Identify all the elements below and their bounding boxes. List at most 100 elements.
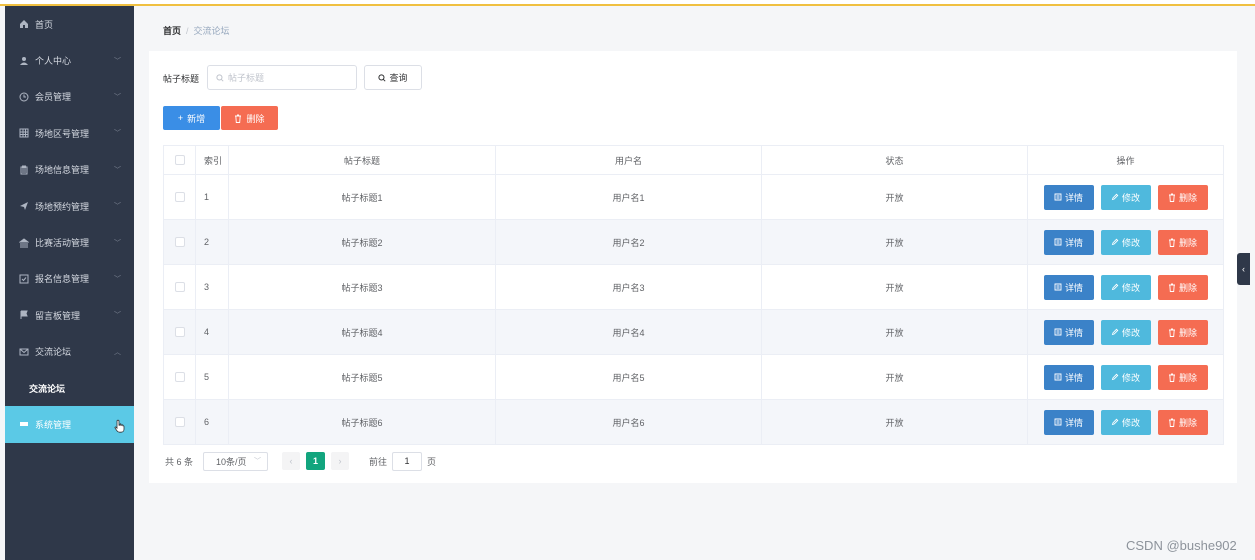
sidebar-subitem-forum[interactable]: 交流论坛 (5, 370, 134, 406)
row-status: 开放 (761, 264, 1028, 310)
sidebar-item-venue-booking[interactable]: 场地预约管理 ﹀ (5, 188, 134, 224)
sidebar-item-profile[interactable]: 个人中心 ﹀ (5, 42, 134, 78)
page-number-current[interactable]: 1 (306, 452, 326, 470)
add-button-label: 新增 (187, 113, 206, 124)
edit-button[interactable]: 修改 (1100, 274, 1151, 300)
row-index: 5 (195, 354, 229, 400)
chevron-down-icon: ﹀ (114, 239, 121, 247)
edit-button[interactable]: 修改 (1100, 229, 1151, 255)
delete-button-label: 删除 (1178, 192, 1197, 203)
row-title: 帖子标题2 (228, 219, 496, 265)
pagination: 共 6 条 10条/页 ﹀ ‹ 1 › 前往 1 页 (165, 451, 436, 471)
chevron-down-icon: ﹀ (114, 57, 121, 65)
breadcrumb-home[interactable]: 首页 (163, 26, 181, 36)
trash-icon (1168, 193, 1176, 202)
delete-button[interactable]: 删除 (1157, 319, 1208, 345)
sidebar-item-label: 交流论坛 (35, 347, 72, 358)
sidebar-item-label: 场地区号管理 (35, 128, 90, 139)
detail-button[interactable]: 详情 (1043, 229, 1094, 255)
search-input[interactable]: 帖子标题 (207, 65, 357, 90)
detail-button[interactable]: 详情 (1043, 319, 1094, 345)
sidebar-item-label: 场地信息管理 (35, 165, 90, 176)
page-size-select[interactable]: 10条/页 ﹀ (203, 451, 269, 471)
row-checkbox[interactable] (174, 192, 185, 203)
chevron-down-icon: ﹀ (114, 203, 121, 211)
edit-button-label: 修改 (1121, 372, 1140, 383)
clock-icon (19, 92, 29, 102)
row-status: 开放 (761, 219, 1028, 265)
row-title: 帖子标题1 (228, 174, 496, 220)
sidebar-item-system[interactable]: 系统管理 (5, 406, 134, 443)
document-icon (1054, 418, 1062, 426)
sidebar-item-label: 会员管理 (35, 92, 72, 103)
flag-icon (19, 310, 29, 320)
bank-icon (19, 237, 29, 248)
row-checkbox[interactable] (174, 282, 185, 293)
delete-button[interactable]: 删除 (1157, 184, 1208, 210)
row-status: 开放 (761, 174, 1028, 220)
goto-page-input[interactable]: 1 (392, 451, 423, 471)
row-select-cell (163, 174, 196, 220)
document-icon (1054, 328, 1062, 336)
search-placeholder: 帖子标题 (228, 73, 265, 83)
row-user: 用户名6 (495, 399, 762, 445)
document-icon (1054, 193, 1062, 201)
sidebar-item-home[interactable]: 首页 (5, 6, 134, 42)
search-icon (378, 73, 387, 82)
detail-button-label: 详情 (1064, 237, 1083, 248)
row-checkbox[interactable] (174, 372, 185, 383)
user-icon (19, 56, 29, 66)
query-button[interactable]: 查询 (364, 65, 422, 90)
edit-button[interactable]: 修改 (1100, 409, 1151, 435)
row-checkbox[interactable] (174, 237, 185, 248)
row-actions: 详情 修改 删除 (1027, 354, 1224, 400)
detail-button-label: 详情 (1064, 417, 1083, 428)
select-all-checkbox[interactable] (174, 155, 185, 166)
row-user: 用户名5 (495, 354, 762, 400)
batch-delete-button[interactable]: 删除 (221, 106, 278, 130)
detail-button[interactable]: 详情 (1043, 364, 1094, 390)
row-select-cell (163, 309, 196, 355)
sidebar-item-registrations[interactable]: 报名信息管理 ﹀ (5, 261, 134, 297)
delete-button[interactable]: 删除 (1157, 229, 1208, 255)
edit-button[interactable]: 修改 (1100, 184, 1151, 210)
goto-label: 前往 (369, 456, 388, 467)
search-label: 帖子标题 (163, 74, 200, 84)
edit-button[interactable]: 修改 (1100, 319, 1151, 345)
delete-button[interactable]: 删除 (1157, 364, 1208, 390)
trash-icon (1168, 328, 1176, 337)
trash-icon (1168, 238, 1176, 247)
delete-button-label: 删除 (1178, 327, 1197, 338)
next-page-button[interactable]: › (331, 452, 350, 470)
sidebar-item-members[interactable]: 会员管理 ﹀ (5, 79, 134, 115)
row-checkbox[interactable] (174, 417, 185, 428)
delete-button[interactable]: 删除 (1157, 409, 1208, 435)
edit-button[interactable]: 修改 (1100, 364, 1151, 390)
sidebar-item-venue-zones[interactable]: 场地区号管理 ﹀ (5, 115, 134, 151)
header-index: 索引 (195, 145, 229, 175)
edit-button-label: 修改 (1121, 417, 1140, 428)
trash-icon (1168, 418, 1176, 427)
detail-button[interactable]: 详情 (1043, 409, 1094, 435)
row-select-cell (163, 354, 196, 400)
delete-button[interactable]: 删除 (1157, 274, 1208, 300)
delete-button-label: 删除 (1178, 372, 1197, 383)
detail-button[interactable]: 详情 (1043, 274, 1094, 300)
trash-icon (1168, 373, 1176, 382)
row-title: 帖子标题6 (228, 399, 496, 445)
add-button[interactable]: + 新增 (163, 106, 220, 130)
pencil-icon (1111, 238, 1119, 246)
sidebar-item-forum[interactable]: 交流论坛 ︿ (5, 334, 134, 370)
pencil-icon (1111, 328, 1119, 336)
prev-page-button[interactable]: ‹ (282, 452, 301, 470)
sidebar-item-venue-info[interactable]: 场地信息管理 ﹀ (5, 152, 134, 188)
sidebar-item-messages[interactable]: 留言板管理 ﹀ (5, 297, 134, 333)
send-icon (19, 201, 29, 211)
sidebar-item-events[interactable]: 比赛活动管理 ﹀ (5, 224, 134, 260)
row-checkbox[interactable] (174, 327, 185, 338)
row-user: 用户名2 (495, 219, 762, 265)
collapse-panel-button[interactable]: ‹ (1237, 253, 1250, 285)
detail-button[interactable]: 详情 (1043, 184, 1094, 210)
header-actions: 操作 (1027, 145, 1224, 175)
pagination-total: 共 6 条 (165, 456, 194, 467)
